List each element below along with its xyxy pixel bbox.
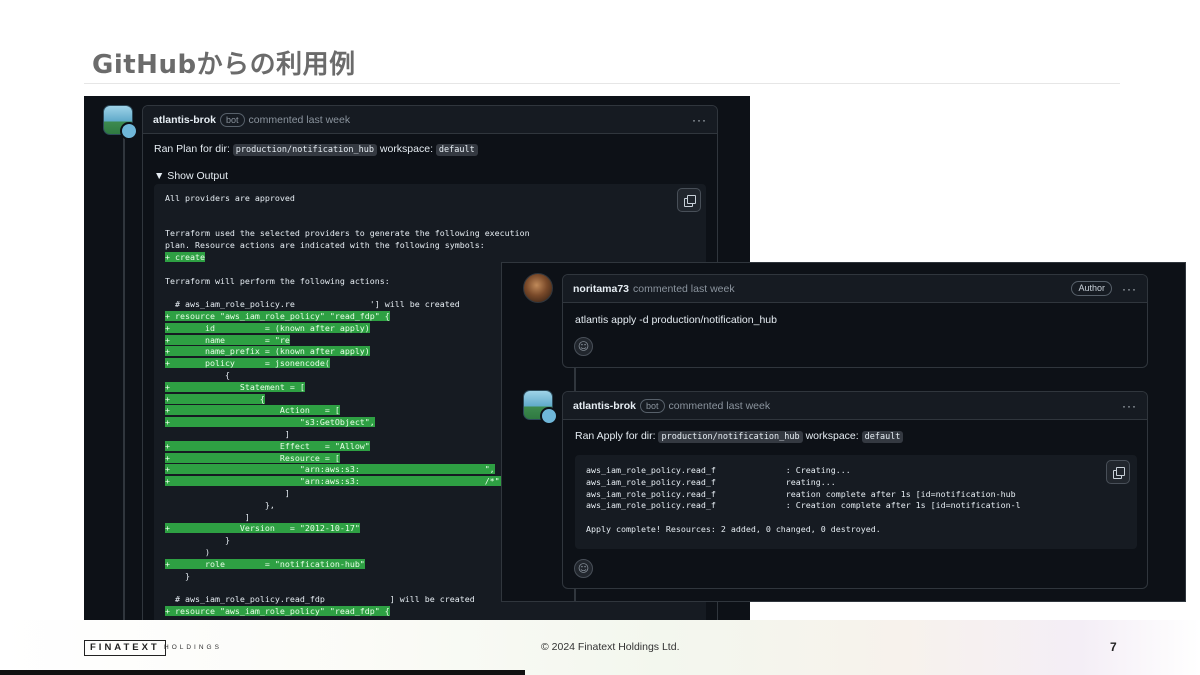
user-avatar[interactable] (523, 273, 553, 303)
comment-meta[interactable]: commented last week (633, 283, 735, 295)
code-line-text: + "arn:aws:s3: /*", (165, 476, 505, 487)
workspace-chip: default (435, 144, 478, 156)
comment-author[interactable]: noritama73 (573, 283, 629, 295)
copy-icon (683, 194, 696, 207)
code-line-text: { (165, 369, 230, 380)
code-line-text: + resource "aws_iam_role_policy" "read_f… (165, 310, 390, 321)
bot-badge: bot (220, 112, 245, 127)
code-line-text: ] (165, 428, 290, 439)
add-reaction-button[interactable]: ☺ (574, 337, 593, 356)
comment-meta[interactable]: commented last week (249, 114, 351, 126)
code-line: Apply complete! Resources: 2 added, 0 ch… (586, 523, 881, 534)
comment-author[interactable]: atlantis-brok (573, 400, 636, 412)
code-line-text: } (165, 570, 190, 581)
code-line: + resource "aws_iam_role_policy" "read_f… (165, 605, 706, 618)
bot-avatar[interactable] (523, 390, 558, 425)
title-divider (84, 83, 1120, 84)
code-line-text: # aws_iam_role_policy.read_fdp ] will be… (165, 594, 475, 605)
workspace-label: workspace: (379, 143, 433, 155)
code-line-text: + name = "re (165, 334, 290, 345)
code-line-text: + id = (known after apply) (165, 322, 370, 333)
comment-header: atlantis-brok bot commented last week ··… (563, 392, 1147, 420)
smiley-icon: ☺ (577, 562, 590, 575)
code-line: aws_iam_role_policy.read_f reating... (586, 476, 836, 487)
code-line-text: + Effect = "Allow" (165, 440, 370, 451)
ran-plan-label: Ran Plan for dir: (154, 143, 230, 155)
copy-button[interactable] (677, 188, 701, 212)
footer-accent-bar (0, 670, 525, 675)
comment-header: atlantis-brok bot commented last week ··… (143, 106, 717, 134)
apply-output-block: aws_iam_role_policy.read_f : Creating...… (575, 455, 1137, 549)
code-line-text: + name_prefix = (known after apply) (165, 346, 370, 357)
comment-header: noritama73 commented last week Author ··… (563, 275, 1147, 303)
code-line: aws_iam_role_policy.read_f reation compl… (586, 488, 1016, 499)
kebab-menu-icon[interactable]: ··· (1122, 282, 1137, 296)
workspace-label: workspace: (805, 430, 859, 442)
code-line-text: All providers are approved (165, 193, 295, 203)
comment-author[interactable]: atlantis-brok (153, 114, 216, 126)
kebab-menu-icon[interactable]: ··· (1122, 399, 1137, 413)
copyright-text: © 2024 Finatext Holdings Ltd. (541, 641, 680, 653)
bot-badge: bot (640, 398, 665, 413)
code-line-text: Terraform used the selected providers to… (165, 228, 530, 239)
code-line-text: + policy = jsonencode( (165, 358, 330, 369)
code-line-text: plan. Resource actions are indicated wit… (165, 240, 485, 251)
code-line-text: ] (165, 511, 250, 522)
slide-title: GitHubからの利用例 (92, 50, 356, 80)
copy-icon (1112, 466, 1125, 479)
code-line-text: } (165, 535, 230, 546)
apply-command-text: atlantis apply -d production/notificatio… (575, 314, 777, 326)
workspace-chip: default (861, 431, 904, 443)
code-line-text: # aws_iam_role_policy.re '] will be crea… (165, 299, 460, 310)
ran-apply-line: Ran Apply for dir: production/notificati… (575, 430, 904, 443)
kebab-menu-icon[interactable]: ··· (692, 113, 707, 127)
show-output-toggle[interactable]: ▼ Show Output (154, 170, 228, 182)
code-line-text: + role = "notification-hub" (165, 558, 365, 569)
code-line: aws_iam_role_policy.read_f : Creation co… (586, 500, 1021, 511)
code-line-text: + resource "aws_iam_role_policy" "read_f… (165, 605, 390, 616)
add-reaction-button[interactable]: ☺ (574, 559, 593, 578)
smiley-icon: ☺ (577, 340, 590, 353)
code-line-text: Terraform will perform the following act… (165, 275, 390, 286)
code-line-text: ] (165, 487, 290, 498)
apply-output-lines: aws_iam_role_policy.read_f : Creating...… (586, 465, 1137, 536)
holdings-wordmark: HOLDINGS (164, 644, 222, 651)
code-line-text: + Statement = [ (165, 381, 305, 392)
ran-plan-line: Ran Plan for dir: production/notificatio… (154, 143, 478, 156)
ran-apply-label: Ran Apply for dir: (575, 430, 656, 442)
code-line: aws_iam_role_policy.read_f : Creating... (586, 465, 851, 475)
code-line-text: + "s3:GetObject", (165, 417, 375, 428)
code-line-text: + { (165, 393, 265, 404)
code-line-text: }, (165, 499, 275, 510)
finatext-logo: FINATEXT (84, 640, 166, 656)
code-line-text: + Resource = [ (165, 452, 340, 463)
code-line: plan. Resource actions are indicated wit… (165, 240, 706, 252)
bot-avatar[interactable] (103, 105, 138, 140)
page-number: 7 (1110, 640, 1117, 654)
comment-meta[interactable]: commented last week (669, 400, 771, 412)
timeline-line (123, 136, 125, 622)
code-line-text: + Version = "2012-10-17" (165, 523, 360, 534)
code-line-text: + Action = [ (165, 405, 340, 416)
apply-screenshot: noritama73 commented last week Author ··… (501, 262, 1186, 602)
code-line-text: ) (165, 546, 210, 557)
code-line: Terraform used the selected providers to… (165, 228, 706, 240)
code-line: All providers are approved (165, 193, 706, 205)
dir-chip: production/notification_hub (232, 144, 377, 156)
code-line-text: + "arn:aws:s3: ", (165, 464, 495, 475)
author-badge: Author (1071, 281, 1112, 296)
copy-button[interactable] (1106, 460, 1130, 484)
code-line-text: + create (165, 251, 205, 262)
dir-chip: production/notification_hub (658, 431, 803, 443)
